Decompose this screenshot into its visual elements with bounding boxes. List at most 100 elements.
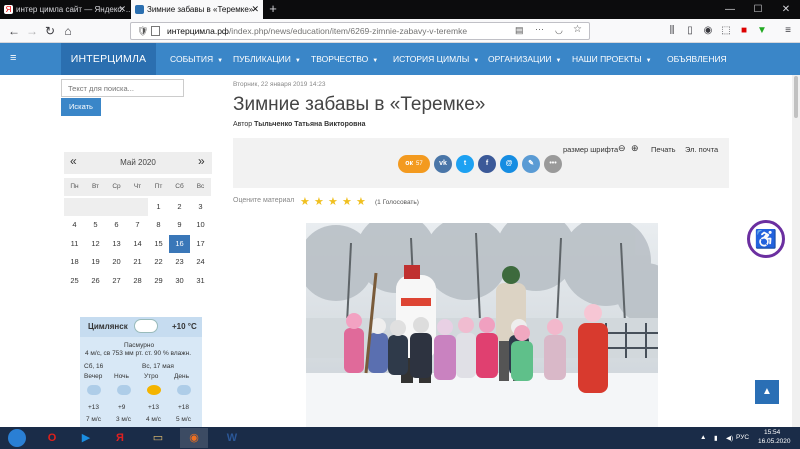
zoom-out-icon[interactable]: ⊖ — [618, 143, 626, 154]
calendar-day[interactable]: 11 — [64, 235, 85, 253]
file-explorer-icon[interactable]: ▭ — [144, 428, 172, 448]
yandex-browser-icon[interactable]: Я — [106, 428, 134, 448]
firefox-icon[interactable]: ◉ — [180, 428, 208, 448]
opera-icon[interactable]: O — [38, 428, 66, 448]
account-icon[interactable]: ◉ — [702, 25, 714, 37]
calendar-day[interactable]: 6 — [106, 216, 127, 234]
print-link[interactable]: Печать — [651, 145, 676, 154]
screenshot-icon[interactable]: ⬚ — [720, 25, 732, 37]
calendar-day[interactable]: 9 — [169, 216, 190, 234]
network-icon[interactable]: ▮ — [714, 434, 718, 442]
yandex-ext-icon[interactable]: ■ — [738, 25, 750, 37]
shield-icon[interactable]: 🛡 — [137, 26, 148, 37]
home-icon[interactable]: ⌂ — [60, 23, 76, 39]
star-icon[interactable]: ★ — [328, 195, 338, 208]
star-icon[interactable]: ★ — [314, 195, 324, 208]
share-vk-button[interactable]: vk — [434, 155, 452, 173]
share-twitter-button[interactable]: t — [456, 155, 474, 173]
pocket-icon[interactable]: ◡ — [555, 25, 563, 36]
sidebar-icon[interactable]: ▯ — [684, 25, 696, 37]
calendar-today[interactable]: 16 — [169, 234, 190, 253]
calendar-day[interactable]: 21 — [127, 253, 148, 271]
nav-projects[interactable]: НАШИ ПРОЕКТЫ ▼ — [572, 43, 652, 75]
calendar-day[interactable]: 24 — [190, 253, 211, 271]
close-tab-icon[interactable]: ✕ — [251, 0, 259, 19]
calendar-day[interactable]: 27 — [106, 272, 127, 290]
tab-current-article[interactable]: Зимние забавы в «Теремке» ✕ — [131, 0, 263, 19]
maximize-button[interactable]: ☐ — [744, 0, 772, 19]
share-odnoklassniki-button[interactable]: ок 57 — [398, 155, 430, 173]
hamburger-icon[interactable]: ≡ — [10, 52, 16, 64]
nav-events[interactable]: СОБЫТИЯ ▼ — [170, 43, 223, 75]
calendar-day[interactable]: 3 — [190, 198, 211, 216]
calendar-day[interactable]: 14 — [127, 235, 148, 253]
star-icon[interactable]: ★ — [356, 195, 366, 208]
calendar-day[interactable]: 23 — [169, 253, 190, 271]
calendar-day[interactable]: 8 — [148, 216, 169, 234]
download-icon[interactable]: ▼ — [756, 25, 768, 37]
calendar-day[interactable]: 30 — [169, 272, 190, 290]
nav-organizations[interactable]: ОРГАНИЗАЦИИ ▼ — [488, 43, 562, 75]
search-input[interactable] — [61, 79, 184, 97]
insecure-page-icon[interactable] — [151, 26, 160, 36]
star-icon[interactable]: ★ — [300, 195, 310, 208]
calendar-day[interactable]: 12 — [85, 235, 106, 253]
bookmark-star-icon[interactable]: ☆ — [573, 24, 582, 35]
share-mail-button[interactable]: @ — [500, 155, 518, 173]
nav-history[interactable]: ИСТОРИЯ ЦИМЛЫ ▼ — [393, 43, 479, 75]
scroll-to-top-button[interactable]: ▲ — [755, 380, 779, 404]
calendar-day[interactable]: 25 — [64, 272, 85, 290]
calendar-day[interactable]: 31 — [190, 272, 211, 290]
library-icon[interactable]: ⫼ — [666, 25, 678, 37]
calendar-day[interactable]: 15 — [148, 235, 169, 253]
calendar-day[interactable]: 10 — [190, 216, 211, 234]
nav-publications[interactable]: ПУБЛИКАЦИИ ▼ — [233, 43, 301, 75]
tray-up-icon[interactable]: ▲ — [700, 434, 706, 441]
calendar-day[interactable]: 20 — [106, 253, 127, 271]
calendar-day[interactable]: 4 — [64, 216, 85, 234]
calendar-day[interactable]: 7 — [127, 216, 148, 234]
site-brand[interactable]: ИНТЕРЦИМЛА — [61, 43, 156, 75]
calendar-day[interactable]: 26 — [85, 272, 106, 290]
nav-announcements[interactable]: ОБЪЯВЛЕНИЯ — [667, 43, 727, 75]
calendar-prev-button[interactable]: « — [70, 154, 77, 168]
calendar-day[interactable]: 1 — [148, 198, 169, 216]
calendar-day[interactable]: 5 — [85, 216, 106, 234]
url-bar[interactable]: 🛡 интерцимла.рф/index.php/news/education… — [130, 22, 590, 40]
keyboard-language[interactable]: РУС — [736, 434, 749, 441]
reload-icon[interactable]: ↻ — [42, 23, 58, 39]
share-more-button[interactable]: ••• — [544, 155, 562, 173]
more-actions-icon[interactable]: ··· — [535, 24, 544, 34]
media-player-icon[interactable]: ▶ — [72, 428, 100, 448]
back-icon[interactable]: ← — [6, 23, 22, 39]
reader-view-icon[interactable]: ▤ — [515, 25, 524, 36]
calendar-day[interactable]: 19 — [85, 253, 106, 271]
calendar-next-button[interactable]: » — [198, 154, 205, 168]
calendar-day[interactable]: 18 — [64, 253, 85, 271]
minimize-button[interactable]: — — [716, 0, 744, 19]
zoom-in-icon[interactable]: ⊕ — [631, 143, 639, 154]
forward-icon[interactable]: → — [24, 23, 40, 39]
word-icon[interactable]: W — [218, 428, 246, 448]
calendar-day[interactable]: 2 — [169, 198, 190, 216]
search-button[interactable]: Искать — [61, 98, 101, 116]
email-link[interactable]: Эл. почта — [685, 145, 718, 154]
calendar-day[interactable]: 28 — [127, 272, 148, 290]
menu-icon[interactable]: ≡ — [782, 25, 794, 37]
calendar-day[interactable]: 29 — [148, 272, 169, 290]
calendar-day[interactable]: 17 — [190, 235, 211, 253]
calendar-day[interactable]: 13 — [106, 235, 127, 253]
share-livejournal-button[interactable]: ✎ — [522, 155, 540, 173]
star-icon[interactable]: ★ — [342, 195, 352, 208]
close-tab-icon[interactable]: ✕ — [118, 0, 126, 19]
author-name[interactable]: Тыльченко Татьяна Викторовна — [254, 121, 365, 128]
start-button[interactable] — [2, 428, 32, 448]
accessibility-button[interactable]: ♿ — [747, 220, 785, 258]
scrollbar-thumb[interactable] — [794, 76, 798, 118]
volume-icon[interactable]: ◀) — [726, 434, 733, 442]
close-window-button[interactable]: ✕ — [772, 0, 800, 19]
nav-creativity[interactable]: ТВОРЧЕСТВО ▼ — [311, 43, 378, 75]
page-scrollbar[interactable] — [792, 75, 800, 427]
tab-yandex-search[interactable]: Я интер цимла сайт — Яндекс: ... ✕ — [0, 0, 130, 19]
calendar-day[interactable]: 22 — [148, 253, 169, 271]
